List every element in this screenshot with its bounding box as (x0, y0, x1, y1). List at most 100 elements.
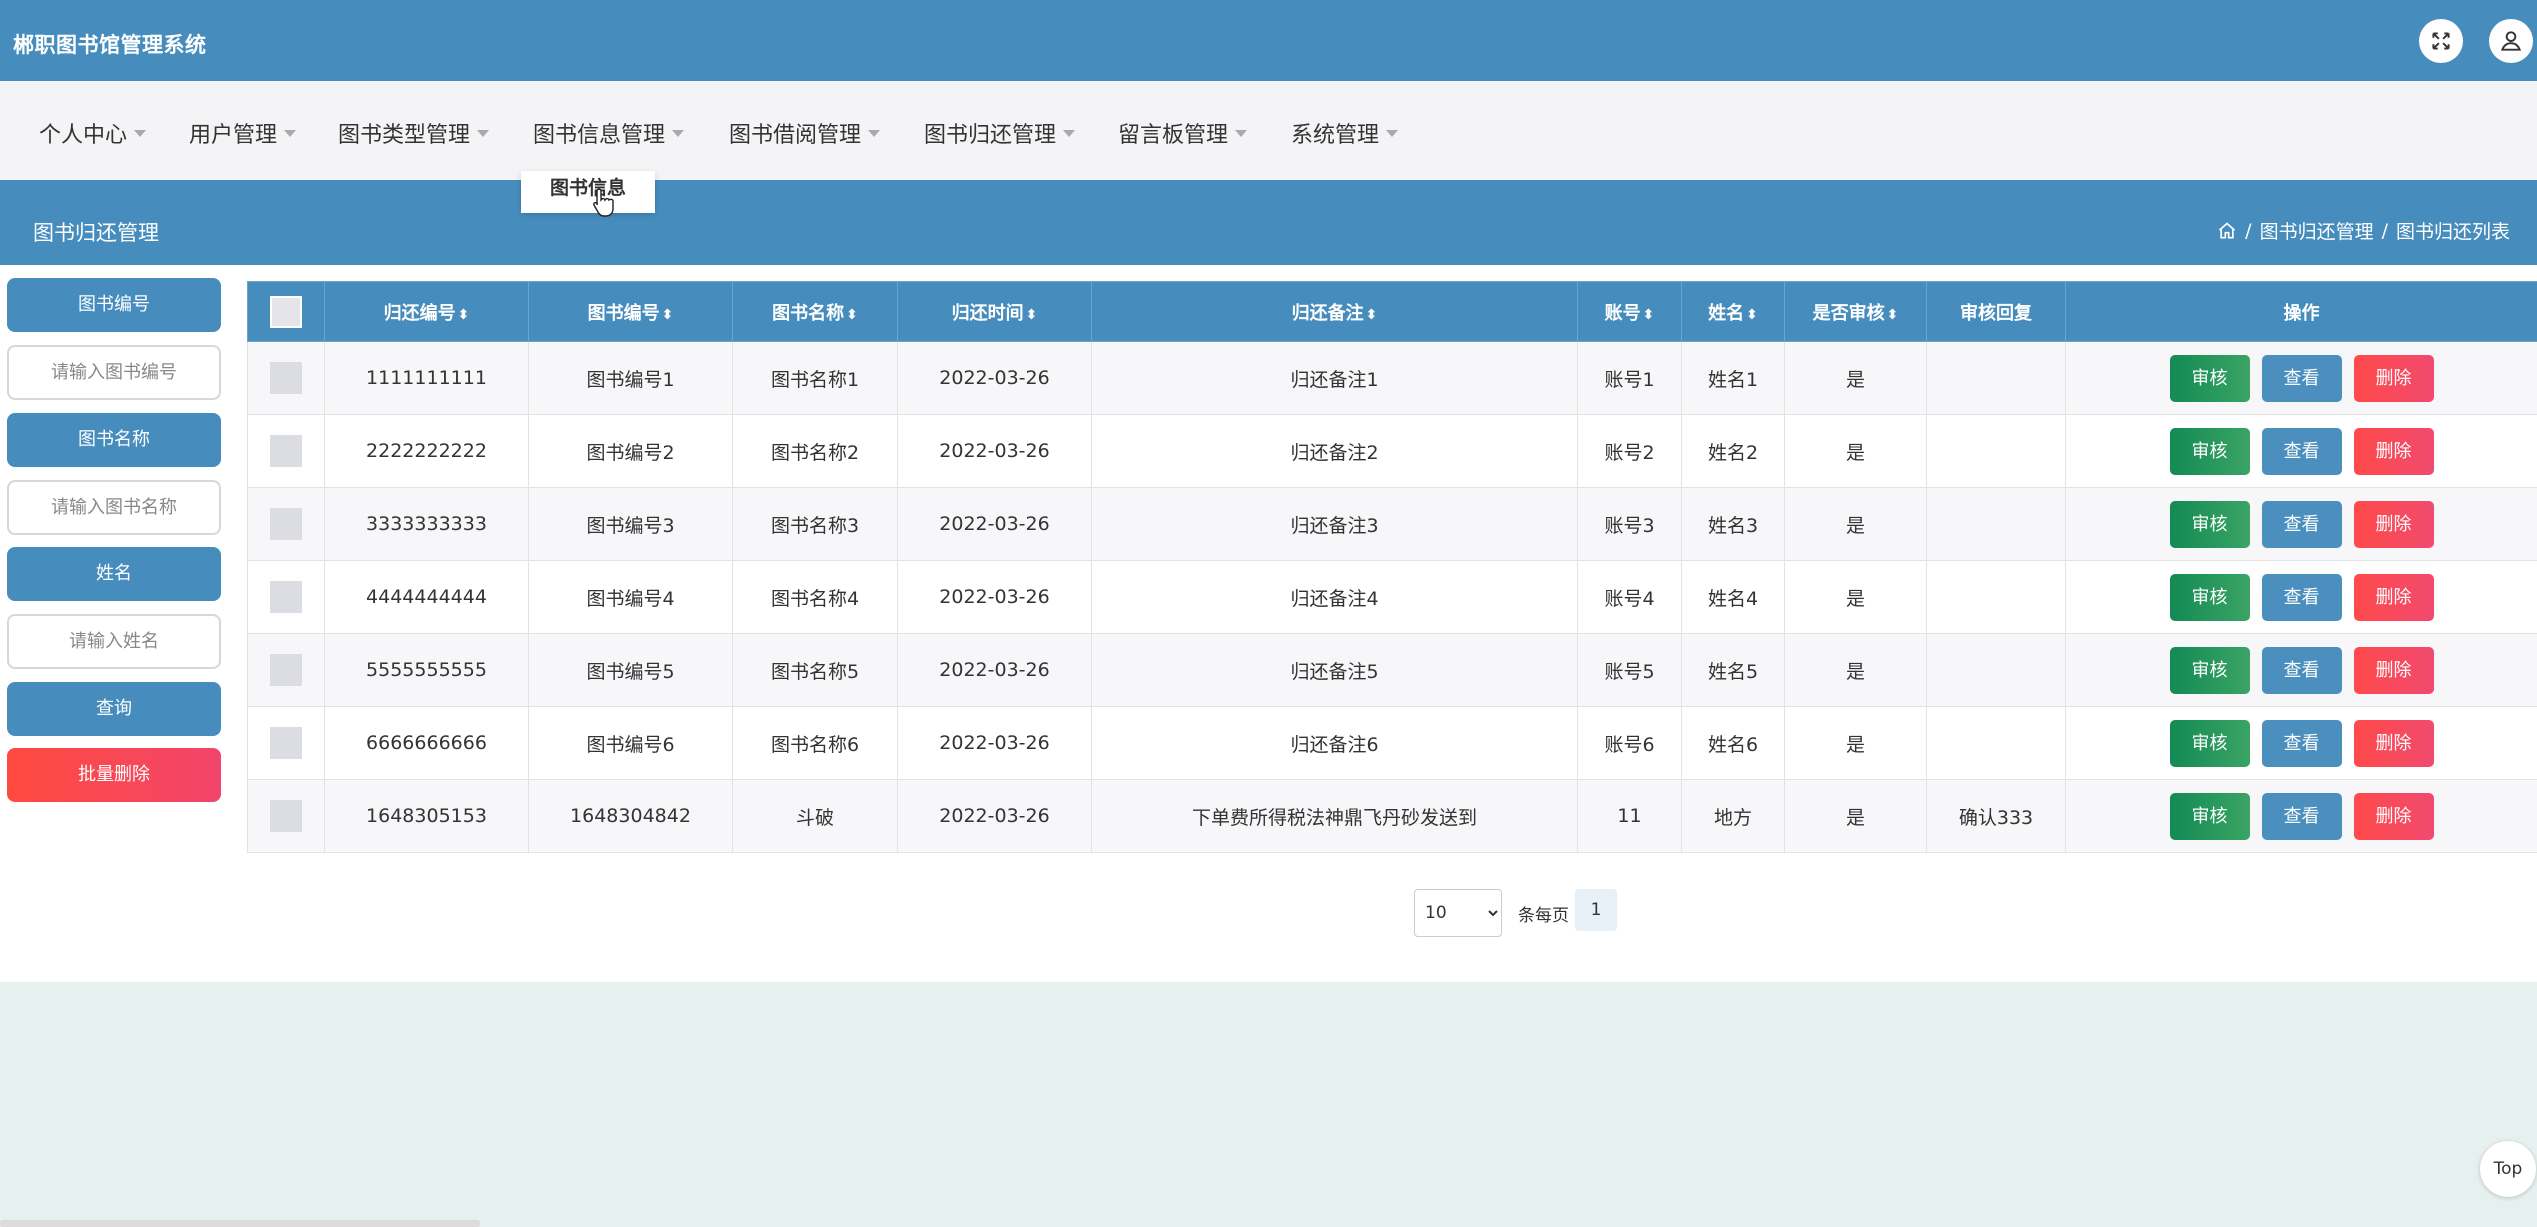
cell-account: 账号4 (1577, 560, 1682, 634)
cell-select (247, 560, 325, 634)
delete-button[interactable]: 删除 (2353, 719, 2434, 767)
audit-button[interactable]: 审核 (2169, 646, 2250, 694)
cell-reply: 确认333 (1926, 779, 2066, 853)
top-bar: 郴职图书馆管理系统 (0, 0, 2537, 81)
fullscreen-button[interactable] (2419, 19, 2463, 63)
nav-label: 系统管理 (1291, 123, 1380, 148)
cell-return-time: 2022-03-26 (897, 633, 1092, 707)
table-row: 3333333333 图书编号3 图书名称3 2022-03-26 归还备注3 账号3 姓名… (247, 487, 2537, 561)
cell-audited: 是 (1784, 341, 1927, 415)
header-book-no[interactable]: 图书编号 ⬍ (528, 281, 733, 342)
header-label: 归还备注 (1291, 302, 1364, 324)
audit-button[interactable]: 审核 (2169, 573, 2250, 621)
header-remark[interactable]: 归还备注 ⬍ (1091, 281, 1578, 342)
sort-icon: ⬍ (1746, 306, 1758, 323)
dropdown-item-book-info[interactable]: 图书信息 (521, 171, 655, 213)
cell-book-name: 图书名称5 (732, 633, 898, 707)
cell-select (247, 706, 325, 780)
back-to-top-button[interactable]: Top (2480, 1141, 2536, 1197)
book-no-input[interactable] (7, 345, 221, 400)
select-all-checkbox[interactable] (270, 295, 302, 328)
cell-book-name: 图书名称4 (732, 560, 898, 634)
nav-item-book-return-management[interactable]: 图书归还管理 (924, 117, 1076, 149)
view-button[interactable]: 查看 (2261, 792, 2342, 840)
cell-return-time: 2022-03-26 (897, 560, 1092, 634)
audit-button[interactable]: 审核 (2169, 427, 2250, 475)
cell-name: 姓名1 (1681, 341, 1785, 415)
cell-account: 账号1 (1577, 341, 1682, 415)
row-checkbox[interactable] (270, 727, 302, 759)
cell-select (247, 779, 325, 853)
header-label: 图书编号 (587, 302, 660, 324)
cell-book-no: 图书编号6 (528, 706, 733, 780)
nav-item-book-info-management[interactable]: 图书信息管理 (533, 117, 685, 149)
audit-button[interactable]: 审核 (2169, 792, 2250, 840)
cell-actions: 审核 查看 删除 (2065, 341, 2537, 415)
row-checkbox[interactable] (270, 435, 302, 467)
view-button[interactable]: 查看 (2261, 646, 2342, 694)
nav-item-book-type-management[interactable]: 图书类型管理 (338, 117, 490, 149)
expand-icon (2432, 32, 2450, 50)
nav-item-book-borrow-management[interactable]: 图书借阅管理 (729, 117, 881, 149)
cell-book-no: 图书编号2 (528, 414, 733, 488)
view-button[interactable]: 查看 (2261, 500, 2342, 548)
delete-button[interactable]: 删除 (2353, 573, 2434, 621)
cell-book-no: 图书编号1 (528, 341, 733, 415)
book-name-label: 图书名称 (7, 413, 221, 467)
home-icon[interactable] (2217, 221, 2237, 241)
header-book-name[interactable]: 图书名称 ⬍ (732, 281, 898, 342)
row-checkbox[interactable] (270, 508, 302, 540)
row-checkbox[interactable] (270, 362, 302, 394)
nav-item-message-board-management[interactable]: 留言板管理 (1118, 117, 1248, 149)
delete-button[interactable]: 删除 (2353, 646, 2434, 694)
table-body: 1111111111 图书编号1 图书名称1 2022-03-26 归还备注1 账号1 姓名… (247, 341, 2537, 853)
header-audited[interactable]: 是否审核 ⬍ (1784, 281, 1927, 342)
row-checkbox[interactable] (270, 654, 302, 686)
nav-item-system-management[interactable]: 系统管理 (1291, 117, 1399, 149)
delete-button[interactable]: 删除 (2353, 500, 2434, 548)
table-header-row: 归还编号 ⬍ 图书编号 ⬍ 图书名称 ⬍ 归还时间 ⬍ 归还备注 ⬍ 账号 ⬍ 姓名 ⬍ 是否… (247, 281, 2537, 342)
horizontal-scrollbar[interactable] (0, 1220, 480, 1227)
nav-label: 图书信息管理 (533, 123, 666, 148)
delete-button[interactable]: 删除 (2353, 427, 2434, 475)
chevron-down-icon (672, 129, 685, 137)
header-return-time[interactable]: 归还时间 ⬍ (897, 281, 1092, 342)
name-input[interactable] (7, 614, 221, 669)
audit-button[interactable]: 审核 (2169, 354, 2250, 402)
view-button[interactable]: 查看 (2261, 719, 2342, 767)
header-account[interactable]: 账号 ⬍ (1577, 281, 1682, 342)
breadcrumb-separator: / (2245, 219, 2252, 242)
row-checkbox[interactable] (270, 581, 302, 613)
cell-book-name: 图书名称1 (732, 341, 898, 415)
cell-return-no: 5555555555 (324, 633, 529, 707)
cell-audited: 是 (1784, 633, 1927, 707)
header-label: 是否审核 (1812, 302, 1885, 324)
cell-return-no: 1648305153 (324, 779, 529, 853)
view-button[interactable]: 查看 (2261, 427, 2342, 475)
cell-actions: 审核 查看 删除 (2065, 560, 2537, 634)
sort-icon: ⬍ (1642, 306, 1655, 323)
view-button[interactable]: 查看 (2261, 573, 2342, 621)
view-button[interactable]: 查看 (2261, 354, 2342, 402)
cell-select (247, 341, 325, 415)
delete-button[interactable]: 删除 (2353, 792, 2434, 840)
nav-item-personal-center[interactable]: 个人中心 (39, 117, 147, 149)
cell-book-name: 图书名称2 (732, 414, 898, 488)
hand-cursor-icon (593, 188, 614, 217)
audit-button[interactable]: 审核 (2169, 719, 2250, 767)
header-name[interactable]: 姓名 ⬍ (1681, 281, 1785, 342)
header-return-no[interactable]: 归还编号 ⬍ (324, 281, 529, 342)
user-menu-button[interactable] (2489, 19, 2533, 63)
breadcrumb-level1[interactable]: 图书归还管理 (2260, 217, 2374, 244)
nav-item-user-management[interactable]: 用户管理 (189, 117, 297, 149)
cell-account: 账号3 (1577, 487, 1682, 561)
book-name-input[interactable] (7, 480, 221, 535)
row-checkbox[interactable] (270, 800, 302, 832)
cell-return-time: 2022-03-26 (897, 487, 1092, 561)
page-size-select[interactable]: 10 (1414, 889, 1502, 937)
audit-button[interactable]: 审核 (2169, 500, 2250, 548)
batch-delete-button[interactable]: 批量删除 (7, 748, 221, 802)
query-button[interactable]: 查询 (7, 682, 221, 736)
page-number[interactable]: 1 (1575, 889, 1617, 931)
delete-button[interactable]: 删除 (2353, 354, 2434, 402)
